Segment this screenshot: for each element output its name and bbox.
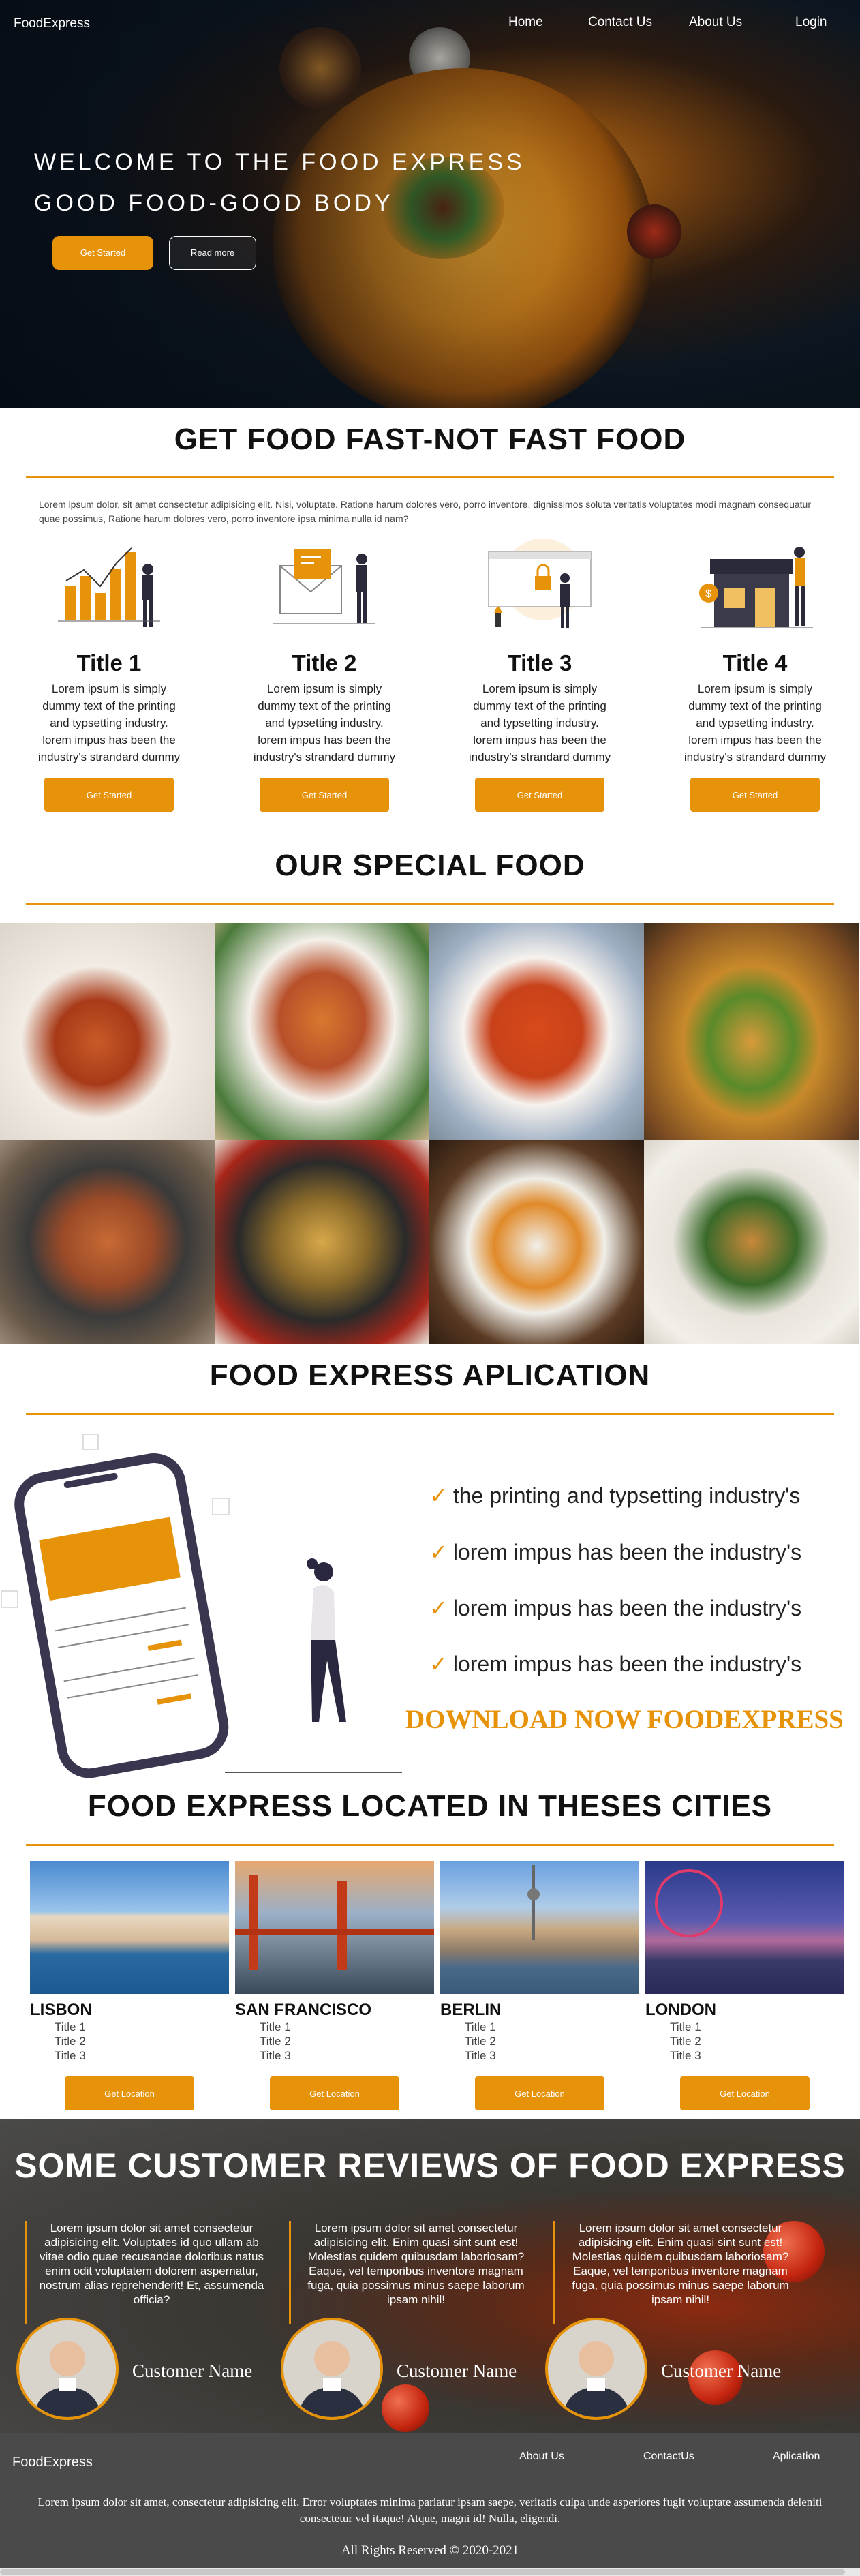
city-card-london: LONDON Title 1 Title 2 Title 3 Get Locat… (645, 1861, 844, 2110)
lisbon-image (30, 1861, 229, 1994)
check-item: ✓ lorem impus has been the industry's (429, 1652, 802, 1676)
check-item: ✓ the printing and typsetting industry's (429, 1483, 801, 1508)
bar-chart-person-icon (58, 547, 160, 627)
mobile-app-illustration (1, 1434, 402, 1778)
scrollbar-thumb[interactable] (0, 2569, 845, 2575)
hero-heading: WELCOME TO THE FOOD EXPRESS GOOD FOOD-GO… (34, 149, 525, 216)
horizontal-scrollbar[interactable] (0, 2568, 860, 2576)
check-icon: ✓ (429, 1652, 448, 1676)
get-started-button[interactable]: Get Started (52, 236, 153, 270)
feature-card-2: Title 2 Lorem ipsum is simply dummy text… (249, 539, 399, 812)
check-icon: ✓ (429, 1483, 448, 1508)
feature-text: Lorem ipsum is simply dummy text of the … (253, 682, 396, 763)
customer-name: Customer Name (397, 2361, 517, 2381)
reviews-title: SOME CUSTOMER REVIEWS OF FOOD EXPRESS (14, 2147, 846, 2185)
feature-text: Lorem ipsum is simply dummy text of the … (468, 682, 611, 763)
copyright: All Rights Reserved © 2020-2021 (341, 2543, 519, 2558)
footer-brand[interactable]: FoodExpress (12, 2455, 93, 2470)
customer-name: Customer Name (661, 2361, 782, 2381)
check-item: ✓ lorem impus has been the industry's (429, 1596, 802, 1620)
section-divider (26, 903, 834, 905)
download-link[interactable]: DOWNLOAD NOW FOODEXPRESS (405, 1704, 844, 1735)
get-location-button[interactable]: Get Location (475, 2076, 604, 2110)
feature-card-1: Title 1 Lorem ipsum is simply dummy text… (34, 539, 184, 812)
food-gallery (0, 923, 860, 1344)
footer: FoodExpress About Us ContactUs Aplicatio… (0, 2433, 860, 2576)
food-image-curry-rice (429, 1140, 644, 1344)
feature-title: Title 4 (722, 650, 788, 676)
section-title-cities: FOOD EXPRESS LOCATED IN THESES CITIES (87, 1789, 773, 1823)
city-card-san-francisco: SAN FRANCISCO Title 1 Title 2 Title 3 Ge… (235, 1861, 434, 2110)
footer-text: Lorem ipsum dolor sit amet, consectetur … (37, 2496, 823, 2525)
city-list: Title 1 Title 2 Title 3 (260, 2020, 291, 2062)
berlin-image (440, 1861, 639, 1994)
city-name: LONDON (645, 2001, 716, 2019)
city-list: Title 1 Title 2 Title 3 (465, 2020, 496, 2062)
section-divider (26, 1844, 834, 1846)
envelope-person-icon (273, 549, 375, 624)
feature-text: Lorem ipsum is simply dummy text of the … (37, 682, 181, 763)
london-image (645, 1861, 844, 1994)
hero-banner: FoodExpress Home Contact Us About Us Log… (0, 0, 860, 408)
footer-link-contact-us[interactable]: ContactUs (643, 2451, 694, 2463)
food-image-penne (429, 923, 644, 1140)
feature-get-started-button[interactable]: Get Started (44, 778, 174, 812)
city-name: LISBON (30, 2001, 92, 2019)
avatar (545, 2318, 647, 2420)
section-intro-text: Lorem ipsum dolor, sit amet consectetur … (39, 499, 811, 524)
feature-text: Lorem ipsum is simply dummy text of the … (684, 682, 827, 763)
reviews-section: SOME CUSTOMER REVIEWS OF FOOD EXPRESS Lo… (0, 2119, 860, 2433)
food-image-vegetable-pan (215, 1140, 429, 1344)
get-location-button[interactable]: Get Location (65, 2076, 194, 2110)
check-item: ✓ lorem impus has been the industry's (429, 1540, 802, 1564)
san-francisco-image (235, 1861, 434, 1994)
feature-get-started-button[interactable]: Get Started (475, 778, 604, 812)
feature-card-4: $ Title 4 Lorem ipsum is simply dummy te… (680, 539, 830, 812)
city-list: Title 1 Title 2 Title 3 (55, 2020, 86, 2062)
footer-link-aplication[interactable]: Aplication (773, 2451, 820, 2463)
section-divider (26, 1413, 834, 1415)
section-title-fast-food: GET FOOD FAST-NOT FAST FOOD (174, 423, 686, 456)
lock-screen-person-icon (488, 539, 592, 628)
food-image-pasta-bake (215, 923, 429, 1140)
check-icon: ✓ (429, 1596, 448, 1620)
feature-card-3: Title 3 Lorem ipsum is simply dummy text… (465, 539, 615, 812)
food-image-lasagna (0, 923, 215, 1140)
read-more-button[interactable]: Read more (169, 236, 256, 270)
section-title-special-food: OUR SPECIAL FOOD (275, 849, 585, 882)
avatar (281, 2318, 383, 2420)
footer-link-about-us[interactable]: About Us (519, 2451, 564, 2463)
section-divider (26, 476, 834, 478)
food-image-grilled-zucchini (644, 1140, 859, 1344)
food-image-fusilli (644, 923, 859, 1140)
brand-logo[interactable]: FoodExpress (14, 16, 90, 31)
city-name: SAN FRANCISCO (235, 2001, 372, 2019)
svg-text:$: $ (705, 588, 711, 600)
feature-get-started-button[interactable]: Get Started (690, 778, 820, 812)
city-card-lisbon: LISBON Title 1 Title 2 Title 3 Get Locat… (30, 1861, 229, 2110)
avatar (16, 2318, 119, 2420)
food-image-noodles (0, 1140, 215, 1344)
feature-get-started-button[interactable]: Get Started (260, 778, 389, 812)
review-card: Lorem ipsum dolor sit amet consectetur a… (25, 2221, 277, 2324)
section-title-application: FOOD EXPRESS APLICATION (209, 1359, 651, 1392)
nav-about-us[interactable]: About Us (689, 15, 742, 30)
city-card-berlin: BERLIN Title 1 Title 2 Title 3 Get Locat… (440, 1861, 639, 2110)
feature-title: Title 3 (507, 650, 572, 676)
check-icon: ✓ (429, 1540, 448, 1564)
review-card: Lorem ipsum dolor sit amet consectetur a… (289, 2221, 541, 2324)
nav-login[interactable]: Login (795, 15, 827, 30)
review-card: Lorem ipsum dolor sit amet consectetur a… (553, 2221, 805, 2324)
get-location-button[interactable]: Get Location (680, 2076, 810, 2110)
customer-name: Customer Name (132, 2361, 253, 2381)
nav-contact-us[interactable]: Contact Us (588, 15, 652, 30)
city-list: Title 1 Title 2 Title 3 (670, 2020, 701, 2062)
feature-title: Title 1 (76, 650, 142, 676)
nav-home[interactable]: Home (508, 15, 543, 30)
feature-title: Title 2 (292, 650, 357, 676)
shop-person-icon: $ (699, 547, 813, 628)
get-location-button[interactable]: Get Location (270, 2076, 399, 2110)
city-name: BERLIN (440, 2001, 502, 2019)
